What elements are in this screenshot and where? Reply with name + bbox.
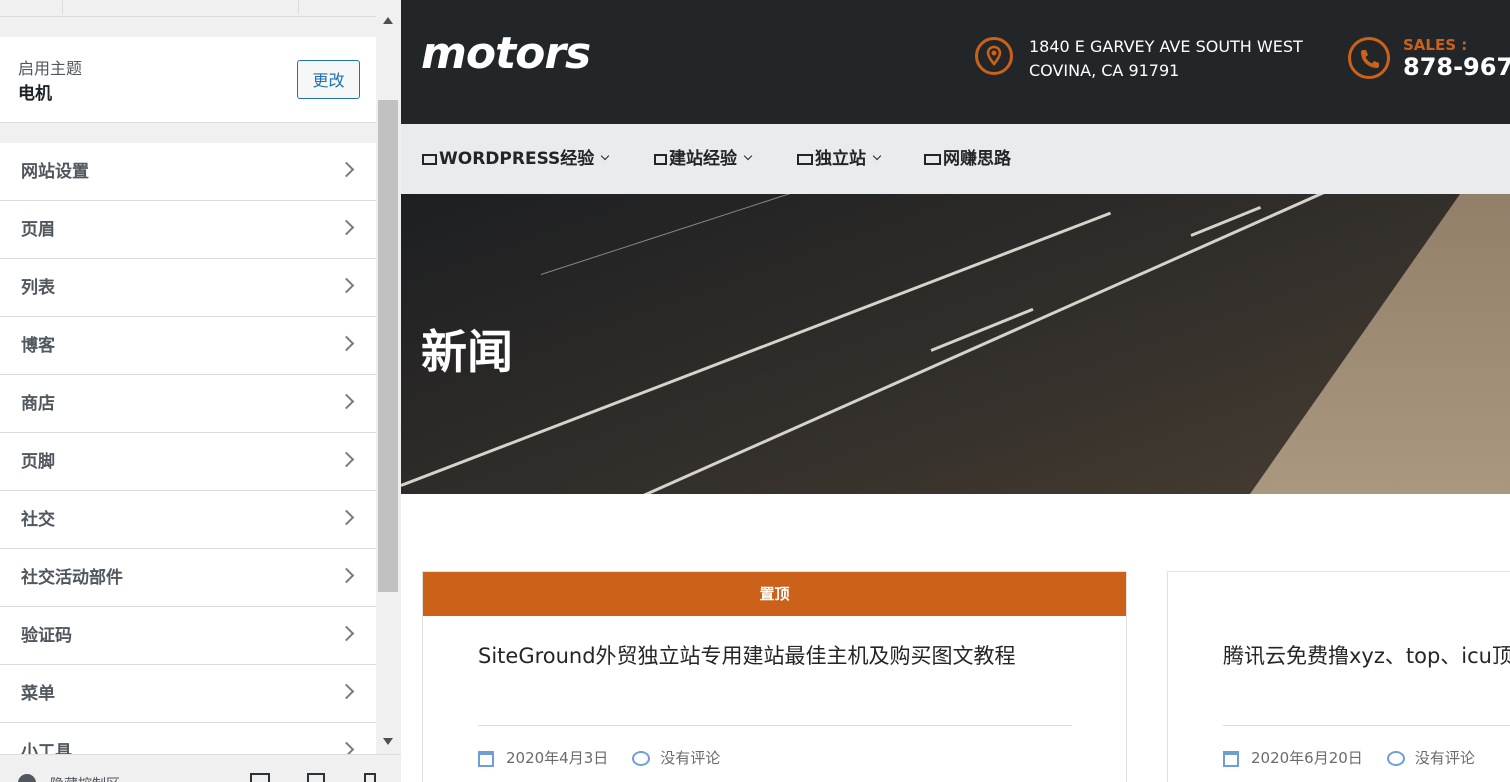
page-title: 新闻 <box>421 325 513 379</box>
chevron-right-icon <box>338 393 355 410</box>
post-comments[interactable]: 没有评论 <box>660 749 720 767</box>
change-theme-button[interactable]: 更改 <box>297 60 360 99</box>
nav-item-site-building[interactable]: 建站经验 <box>654 124 753 194</box>
post-date: 2020年4月3日 <box>506 749 609 767</box>
desktop-preview-icon[interactable] <box>250 773 270 782</box>
nav-item-wordpress[interactable]: WORDPRESS经验 <box>422 124 610 194</box>
panel-label: 网站设置 <box>21 162 89 182</box>
scroll-up-arrow-icon[interactable] <box>383 17 393 24</box>
site-logo[interactable]: motors <box>421 28 591 79</box>
tablet-preview-icon[interactable] <box>307 773 325 782</box>
customizer-panel-list: 网站设置 页眉 列表 博客 商店 页脚 社交 社交活动部件 验证码 菜单 小工具 <box>0 143 376 781</box>
close-customizer-button[interactable] <box>0 0 63 14</box>
hero-lane-dash <box>1190 206 1262 237</box>
chevron-right-icon <box>338 625 355 642</box>
collapse-sidebar-label[interactable]: 隐藏控制区 <box>50 774 120 782</box>
panel-label: 社交 <box>21 510 55 530</box>
chevron-right-icon <box>338 451 355 468</box>
customizer-footer: 隐藏控制区 <box>0 754 401 782</box>
address-line-2: COVINA, CA 91791 <box>1029 61 1180 80</box>
chevron-right-icon <box>338 161 355 178</box>
panel-label: 列表 <box>21 278 55 298</box>
server-icon <box>797 153 813 165</box>
chevron-down-icon <box>601 151 610 161</box>
post-meta: 2020年4月3日 没有评论 <box>478 747 720 768</box>
customizer-sidebar: 启用主题 电机 更改 网站设置 页眉 列表 博客 商店 页脚 社交 社交活动部件… <box>0 0 401 782</box>
nav-item-make-money[interactable]: 网赚思路 <box>924 124 1011 194</box>
panel-menus[interactable]: 菜单 <box>0 665 376 723</box>
post-card[interactable]: 腾讯云免费撸xyz、top、icu顶 2020年6月20日 没有评论 <box>1167 571 1510 782</box>
panel-header[interactable]: 页眉 <box>0 201 376 259</box>
collapse-icon[interactable] <box>18 774 36 782</box>
address-line-1: 1840 E GARVEY AVE SOUTH WEST <box>1029 37 1303 56</box>
panel-footer[interactable]: 页脚 <box>0 433 376 491</box>
money-icon <box>924 153 941 165</box>
customizer-top-toolbar <box>0 0 376 17</box>
active-theme-label: 启用主题 <box>18 59 83 78</box>
chevron-right-icon <box>338 509 355 526</box>
nav-item-label: 独立站 <box>815 149 866 169</box>
phone-icon <box>1348 37 1390 79</box>
post-date: 2020年6月20日 <box>1251 749 1363 767</box>
comment-icon <box>1386 751 1405 766</box>
chevron-right-icon <box>338 567 355 584</box>
post-divider <box>478 725 1072 726</box>
calendar-icon <box>478 750 494 767</box>
chevron-right-icon <box>338 335 355 352</box>
panel-label: 商店 <box>21 394 55 414</box>
comment-icon <box>632 751 651 766</box>
hero-road-edge <box>540 194 979 275</box>
panel-label: 页脚 <box>21 452 55 472</box>
panel-shop[interactable]: 商店 <box>0 375 376 433</box>
panel-site-settings[interactable]: 网站设置 <box>0 143 376 201</box>
site-preview: motors 1840 E GARVEY AVE SOUTH WEST COVI… <box>401 0 1510 782</box>
active-theme-name: 电机 <box>18 84 52 104</box>
scrollbar-thumb[interactable] <box>378 100 398 592</box>
chevron-right-icon <box>338 219 355 236</box>
monitor-icon <box>422 153 437 165</box>
post-card[interactable]: 置顶 SiteGround外贸独立站专用建站最佳主机及购买图文教程 2020年4… <box>422 571 1127 782</box>
post-title[interactable]: 腾讯云免费撸xyz、top、icu顶 <box>1223 640 1510 670</box>
panel-blog[interactable]: 博客 <box>0 317 376 375</box>
sticky-badge: 置顶 <box>423 572 1126 616</box>
panel-label: 菜单 <box>21 684 55 704</box>
panel-social[interactable]: 社交 <box>0 491 376 549</box>
post-comments[interactable]: 没有评论 <box>1415 749 1475 767</box>
panel-listing[interactable]: 列表 <box>0 259 376 317</box>
post-divider <box>1223 725 1510 726</box>
sidebar-scrollbar[interactable] <box>376 0 401 782</box>
scroll-down-arrow-icon[interactable] <box>383 738 393 745</box>
book-icon <box>654 153 667 165</box>
active-theme-panel: 启用主题 电机 更改 <box>0 37 376 123</box>
panel-label: 验证码 <box>21 626 72 646</box>
nav-item-label: 建站经验 <box>669 149 737 169</box>
chevron-down-icon <box>743 151 753 161</box>
mobile-preview-icon[interactable] <box>364 773 376 782</box>
calendar-icon <box>1223 750 1239 767</box>
panel-label: 博客 <box>21 336 55 356</box>
panel-social-widgets[interactable]: 社交活动部件 <box>0 549 376 607</box>
sales-label: SALES : <box>1403 36 1468 54</box>
panel-label: 页眉 <box>21 220 55 240</box>
hero-road-shoulder <box>1193 194 1510 494</box>
site-header: motors 1840 E GARVEY AVE SOUTH WEST COVI… <box>401 0 1510 124</box>
nav-item-label: WORDPRESS经验 <box>439 149 595 169</box>
main-nav: WORDPRESS经验 建站经验 独立站 网赚思路 <box>401 124 1510 194</box>
panel-captcha[interactable]: 验证码 <box>0 607 376 665</box>
hero-banner: 新闻 <box>401 194 1510 494</box>
customizer-toolbar-spacer <box>62 0 298 14</box>
hero-road-line <box>620 194 1353 494</box>
chevron-down-icon <box>872 151 882 161</box>
map-pin-icon <box>975 37 1013 75</box>
publish-button[interactable] <box>298 0 377 14</box>
sales-phone[interactable]: 878-967 <box>1403 53 1510 81</box>
chevron-right-icon <box>338 683 355 700</box>
nav-item-label: 网赚思路 <box>943 149 1011 169</box>
post-meta: 2020年6月20日 没有评论 <box>1223 747 1475 768</box>
chevron-right-icon <box>338 277 355 294</box>
nav-item-independent-site[interactable]: 独立站 <box>797 124 882 194</box>
panel-label: 社交活动部件 <box>21 568 123 588</box>
post-title[interactable]: SiteGround外贸独立站专用建站最佳主机及购买图文教程 <box>478 640 1016 670</box>
